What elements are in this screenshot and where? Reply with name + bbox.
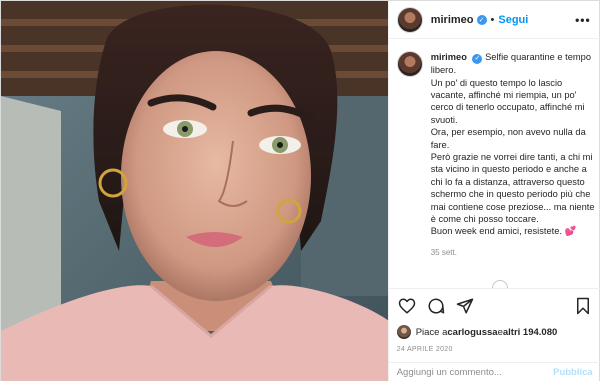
more-options-icon[interactable]: •••: [575, 13, 591, 27]
caption-last-line: Buon week end amici, resistete. 💕: [431, 225, 597, 237]
caption-text: Ora, per esempio, non avevo nulla da far…: [430, 127, 586, 150]
post-photo[interactable]: [1, 1, 388, 381]
likes-prefix: Piace a: [415, 326, 448, 338]
share-icon[interactable]: [455, 296, 475, 316]
post-header: mirimeo ✓ • Segui •••: [388, 1, 600, 39]
comment-icon[interactable]: [426, 296, 446, 316]
likes-summary: Piace a carlogussa e altri 194.080: [396, 325, 593, 339]
caption-text: Un po' di questo tempo lo lascio vacante…: [430, 77, 585, 125]
comment-box: Aggiungi un commento... Pubblica: [388, 362, 600, 381]
caption: mirimeo ✓ Selfie quarantine e tempo libe…: [396, 51, 597, 259]
avatar[interactable]: [396, 6, 423, 33]
caption-first-line: mirimeo ✓ Selfie quarantine e tempo libe…: [431, 51, 597, 77]
username[interactable]: mirimeo: [431, 14, 474, 26]
instagram-post: mirimeo ✓ • Segui ••• mirimeo ✓ Selfie q…: [0, 0, 600, 381]
verified-badge-icon: ✓: [476, 14, 487, 25]
heart-icon[interactable]: [397, 296, 417, 316]
caption-timestamp[interactable]: 35 sett.: [431, 247, 597, 259]
comment-input[interactable]: Aggiungi un commento...: [397, 367, 553, 378]
selfie-image: [1, 1, 388, 381]
caption-text: Però grazie ne vorrei dire tanti, a chi …: [430, 152, 595, 225]
bookmark-icon[interactable]: [573, 296, 593, 316]
caption-body: mirimeo ✓ Selfie quarantine e tempo libe…: [431, 51, 597, 259]
caption-username[interactable]: mirimeo: [431, 52, 467, 62]
follow-button[interactable]: Segui: [498, 14, 528, 26]
load-more-comments-icon[interactable]: [491, 280, 508, 288]
post-date[interactable]: 24 APRILE 2020: [397, 346, 593, 353]
liker-avatar[interactable]: [396, 325, 411, 339]
separator-dot: •: [490, 13, 495, 26]
liker-username[interactable]: carlogussa: [447, 327, 497, 338]
verified-badge-icon: ✓: [472, 54, 483, 65]
post-side-panel: mirimeo ✓ • Segui ••• mirimeo ✓ Selfie q…: [387, 1, 600, 381]
caption-text: Buon week end amici, resistete.: [430, 226, 562, 237]
action-icons: [397, 295, 593, 317]
two-hearts-icon: 💕: [564, 226, 577, 237]
publish-button[interactable]: Pubblica: [553, 367, 593, 378]
likes-count[interactable]: altri 194.080: [503, 327, 557, 338]
caption-avatar[interactable]: [396, 51, 423, 77]
